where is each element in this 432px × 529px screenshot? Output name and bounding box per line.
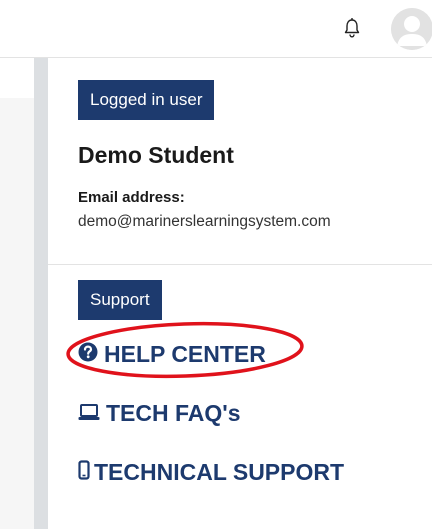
mobile-phone-icon <box>78 459 90 486</box>
user-avatar-icon[interactable] <box>391 8 432 50</box>
section-divider <box>48 264 432 265</box>
laptop-icon <box>78 400 100 427</box>
drawer-edge <box>34 58 48 529</box>
user-menu-drawer: Logged in user Demo Student Email addres… <box>48 58 432 529</box>
top-navbar <box>0 0 432 58</box>
tech-faqs-link[interactable]: TECH FAQ's <box>78 400 241 427</box>
page-content-edge <box>0 58 34 98</box>
question-circle-icon <box>78 341 98 368</box>
help-center-link[interactable]: HELP CENTER <box>78 341 266 368</box>
technical-support-label: TECHNICAL SUPPORT <box>94 459 345 485</box>
page-background-left <box>0 58 34 529</box>
technical-support-link[interactable]: TECHNICAL SUPPORT <box>78 459 344 486</box>
tech-faqs-label: TECH FAQ's <box>106 400 241 426</box>
support-badge: Support <box>78 280 162 320</box>
email-label: Email address: <box>78 189 185 206</box>
bell-icon[interactable] <box>343 17 361 39</box>
logged-in-user-badge: Logged in user <box>78 80 215 120</box>
email-value: demo@marinerslearningsystem.com <box>78 213 331 230</box>
user-full-name: Demo Student <box>78 142 234 168</box>
help-center-label: HELP CENTER <box>104 341 266 367</box>
